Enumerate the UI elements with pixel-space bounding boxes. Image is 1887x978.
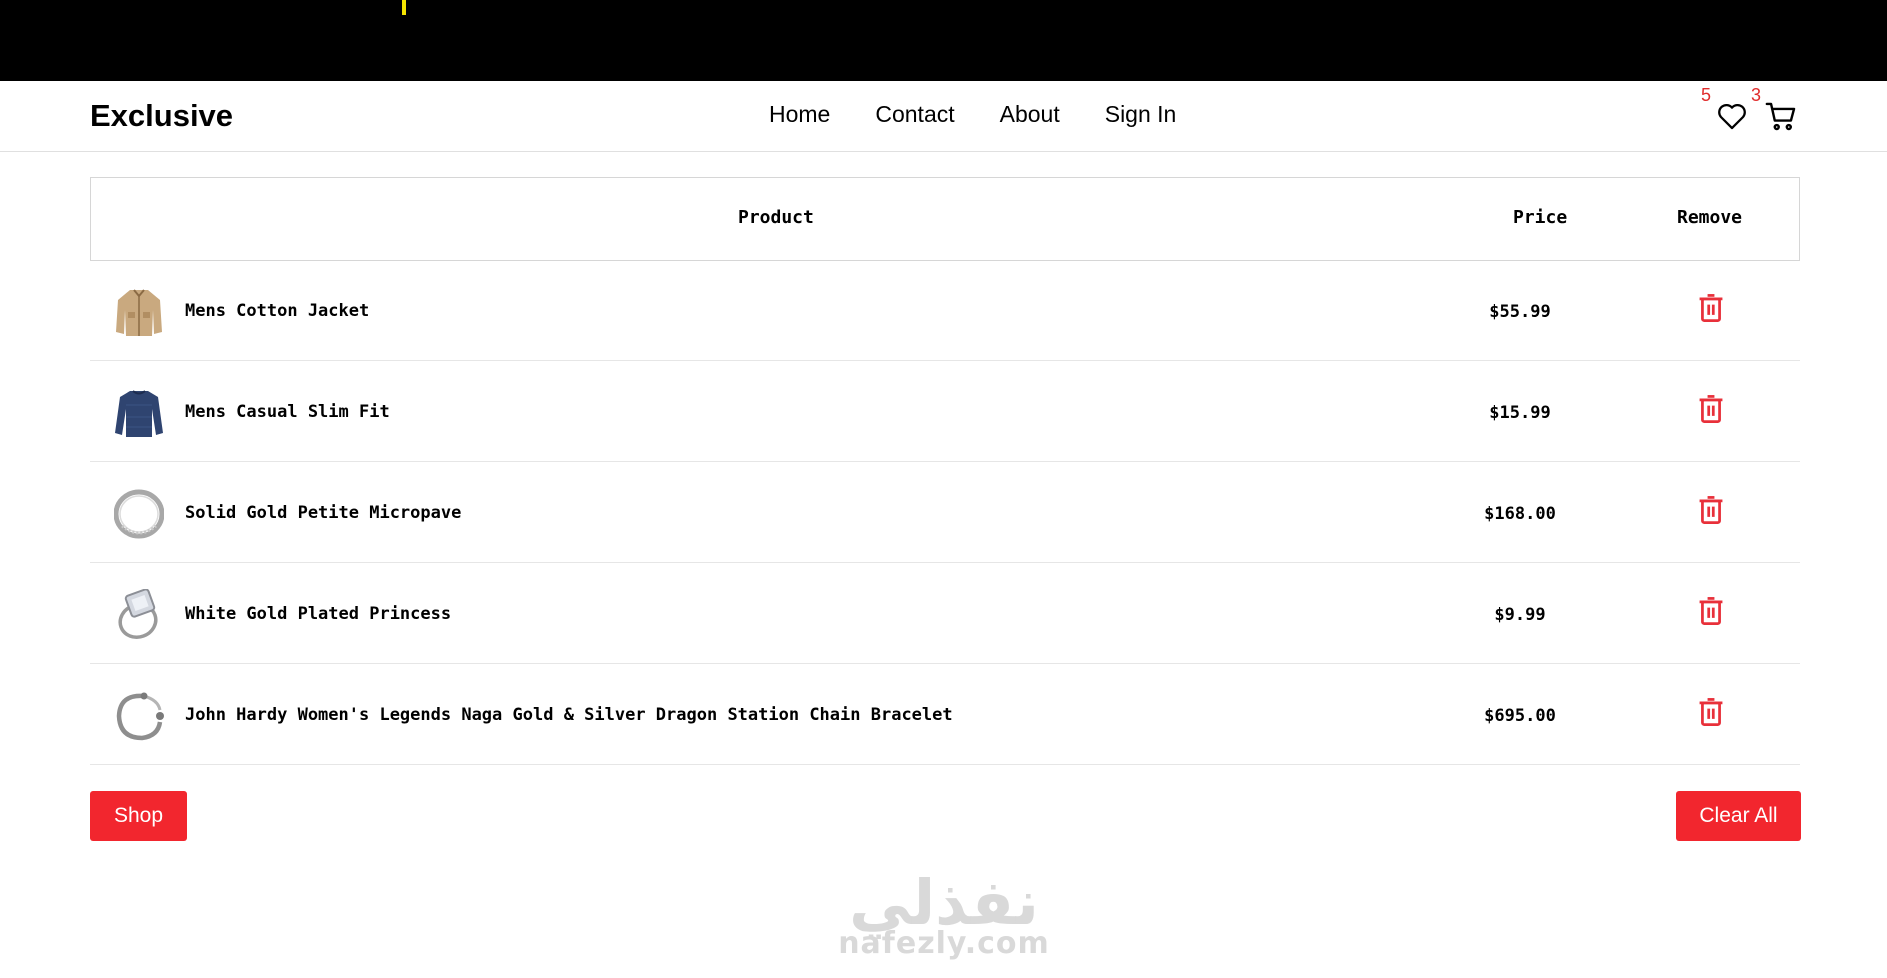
product-price: $15.99: [1489, 403, 1551, 423]
navbar: Exclusive Home Contact About Sign In 5 3: [0, 81, 1887, 152]
cart-count-badge: 3: [1751, 85, 1762, 105]
dragon-bracelet-image: [116, 692, 164, 741]
cart-table-body: Mens Cotton Jacket $55.99 Mens Casual Sl…: [90, 260, 1800, 765]
table-row: Mens Casual Slim Fit $15.99: [90, 361, 1800, 462]
header-price: Price: [1513, 207, 1568, 228]
nav-contact[interactable]: Contact: [875, 98, 954, 130]
browser-top-bar: [0, 0, 1887, 81]
nav-home[interactable]: Home: [769, 98, 830, 130]
wishlist-count-badge: 5: [1701, 85, 1712, 105]
product-name: Solid Gold Petite Micropave: [185, 503, 462, 523]
cart-button[interactable]: 3: [1751, 85, 1800, 135]
product-name: Mens Cotton Jacket: [185, 301, 370, 321]
longsleeve-shirt-image: [115, 390, 163, 437]
product-name: White Gold Plated Princess: [185, 604, 452, 624]
cursor-marker: [402, 0, 406, 15]
ring-band-image: [114, 489, 164, 539]
header-remove: Remove: [1677, 207, 1743, 228]
trash-icon[interactable]: [1697, 595, 1725, 627]
product-price: $695.00: [1484, 706, 1556, 726]
header-product: Product: [738, 207, 814, 228]
nav-links: Home Contact About Sign In: [769, 98, 1221, 130]
trash-icon[interactable]: [1697, 393, 1725, 425]
nav-sign-in[interactable]: Sign In: [1105, 98, 1177, 130]
product-price: $9.99: [1494, 605, 1546, 625]
product-price: $168.00: [1484, 504, 1556, 524]
watermark-url-text: nafezly.com: [838, 926, 1050, 961]
trash-icon[interactable]: [1697, 696, 1725, 728]
cart-table-header: Product Price Remove: [90, 177, 1800, 261]
diamond-ring-image: [118, 589, 158, 639]
table-row: Mens Cotton Jacket $55.99: [90, 260, 1800, 361]
shop-button[interactable]: Shop: [90, 791, 187, 841]
watermark: نفذلي nafezly.com: [836, 868, 1052, 962]
product-name: John Hardy Women's Legends Naga Gold & S…: [185, 705, 953, 725]
cart-icon: [1765, 102, 1796, 131]
logo[interactable]: Exclusive: [90, 96, 233, 136]
product-price: $55.99: [1489, 302, 1551, 322]
trash-icon[interactable]: [1697, 292, 1725, 324]
table-row: Solid Gold Petite Micropave $168.00: [90, 462, 1800, 563]
wishlist-button[interactable]: 5: [1701, 85, 1751, 135]
jacket-image: [116, 289, 162, 336]
trash-icon[interactable]: [1697, 494, 1725, 526]
product-name: Mens Casual Slim Fit: [185, 402, 390, 422]
table-row: White Gold Plated Princess $9.99: [90, 563, 1800, 664]
heart-icon: [1718, 103, 1746, 130]
table-row: John Hardy Women's Legends Naga Gold & S…: [90, 664, 1800, 765]
nav-about[interactable]: About: [1000, 98, 1060, 130]
clear-all-button[interactable]: Clear All: [1676, 791, 1801, 841]
